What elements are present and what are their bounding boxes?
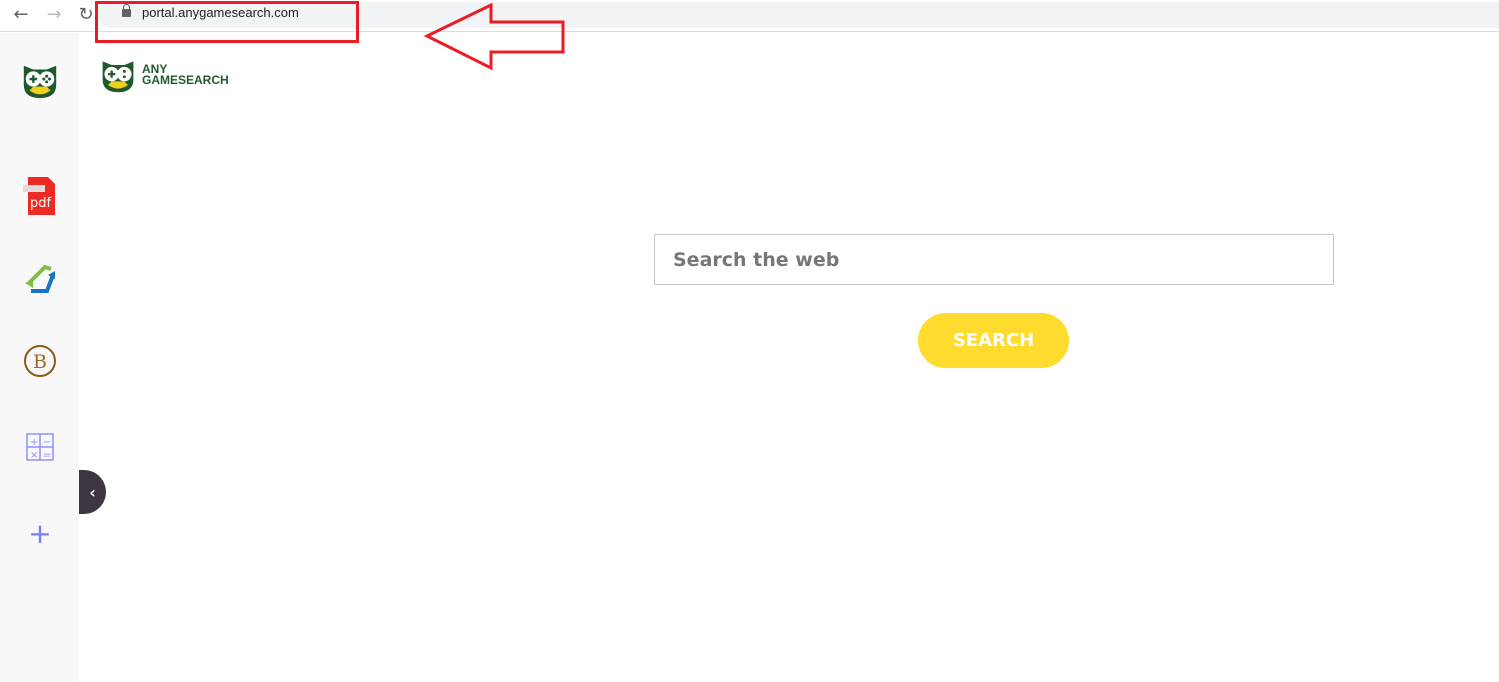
sidebar-collapse-button[interactable]: ‹: [79, 470, 106, 514]
sidebar: pdf B + − × = +: [0, 33, 79, 682]
logo-line2: GAMESEARCH: [142, 73, 229, 87]
back-icon[interactable]: ←: [10, 4, 32, 25]
forward-icon[interactable]: →: [43, 4, 65, 25]
anygamesearch-logo[interactable]: ANY GAMESEARCH: [98, 56, 229, 94]
calculator-icon[interactable]: + − × =: [20, 427, 60, 467]
search-input[interactable]: [654, 234, 1334, 285]
add-icon[interactable]: +: [20, 513, 60, 553]
owl-logo-icon[interactable]: [20, 60, 60, 100]
annotation-box: [95, 1, 359, 43]
svg-text:pdf: pdf: [30, 196, 52, 211]
svg-text:B: B: [33, 351, 47, 373]
reload-icon[interactable]: ↻: [75, 4, 97, 25]
svg-text:=: =: [43, 450, 51, 461]
search-button[interactable]: SEARCH: [918, 313, 1069, 368]
convert-arrows-icon[interactable]: [20, 258, 60, 298]
annotation-arrow-icon: [423, 2, 565, 71]
svg-text:+: +: [30, 437, 38, 448]
svg-text:−: −: [43, 437, 51, 448]
owl-logo-icon: [102, 61, 134, 93]
bitcoin-icon[interactable]: B: [20, 341, 60, 381]
svg-text:×: ×: [30, 450, 38, 461]
pdf-icon[interactable]: pdf: [20, 175, 60, 215]
